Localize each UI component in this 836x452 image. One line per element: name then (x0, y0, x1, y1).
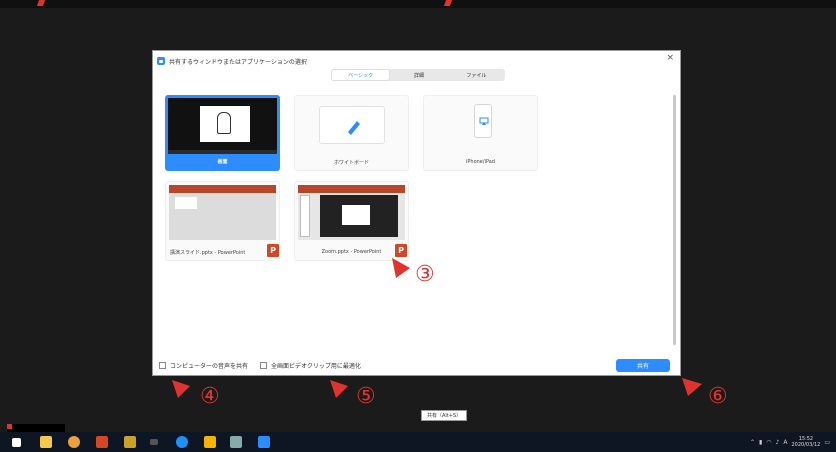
annotation-number-4: ④ (200, 384, 220, 409)
sticky-notes-icon[interactable] (204, 436, 216, 448)
redacted-marker (7, 424, 12, 429)
wifi-icon[interactable]: ◠ (766, 439, 771, 446)
clock-date: 2020/03/12 (791, 442, 821, 448)
annotation-arrow-4 (172, 380, 190, 398)
zoom-icon[interactable] (258, 436, 270, 448)
annotation-arrow-6 (682, 378, 702, 396)
ime-indicator[interactable]: A (783, 439, 787, 446)
windows-taskbar: ⌃ ▮ ◠ ♪ A 15:52 2020/03/12 ▭ (0, 432, 836, 452)
annotation-number-3: ③ (415, 262, 435, 287)
tool-icon[interactable] (230, 436, 242, 448)
annotation-number-6: ⑥ (708, 384, 728, 409)
desktop-screen: 共有するウィンドウまたはアプリケーションの選択 × ベーシック 詳細 ファイル … (0, 0, 836, 452)
share-shortcut-tooltip: 共有（Alt+S） (421, 410, 468, 421)
annotation-number-5: ⑤ (356, 384, 376, 409)
clock[interactable]: 15:52 2020/03/12 (792, 436, 821, 448)
task-view-icon[interactable] (150, 439, 158, 445)
annotation-arrow-5 (330, 380, 348, 398)
app-icon[interactable] (124, 436, 136, 448)
battery-icon[interactable]: ▮ (759, 439, 762, 446)
notification-icon[interactable]: ▭ (824, 439, 830, 446)
file-explorer-icon[interactable] (40, 436, 52, 448)
annotation-arrow-3 (392, 258, 410, 278)
powerpoint-icon[interactable] (96, 436, 108, 448)
system-tray: ⌃ ▮ ◠ ♪ A 15:52 2020/03/12 ▭ (750, 434, 830, 450)
windows-start-icon[interactable] (12, 438, 21, 447)
edge-icon[interactable] (176, 436, 188, 448)
chevron-up-icon[interactable]: ⌃ (750, 439, 755, 446)
chrome-icon[interactable] (68, 436, 80, 448)
speaker-icon[interactable]: ♪ (776, 439, 780, 446)
